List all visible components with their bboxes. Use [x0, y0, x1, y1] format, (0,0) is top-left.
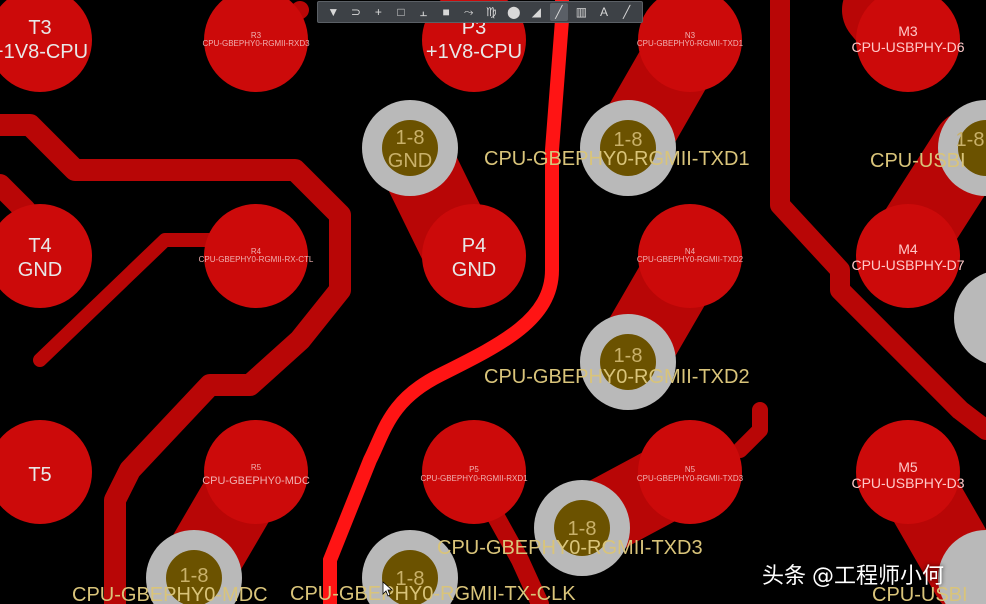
pad-net: CPU-GBEPHY0-RGMII-RXD3 [202, 39, 310, 48]
pad-name: M3 [898, 23, 918, 39]
trace-net-label: CPU-USBI [870, 150, 966, 172]
pcb-canvas[interactable]: T3 +1V8-CPU R3 CPU-GBEPHY0-RGMII-RXD3 P3… [0, 0, 986, 604]
watermark-author: @工程师小何 [812, 564, 945, 589]
pad-net: CPU-GBEPHY0-RGMII-TXD3 [637, 474, 744, 483]
pad-net: CPU-GBEPHY0-MDC [202, 475, 310, 487]
pad-name: T4 [28, 235, 51, 257]
diff-pair-icon[interactable]: ♍ [482, 3, 500, 21]
pad-net: CPU-USBPHY-D3 [851, 475, 964, 491]
via-span: 1-8 [396, 127, 425, 149]
pad-net: CPU-USBPHY-D6 [851, 39, 964, 55]
interactive-route-icon[interactable]: ⤳ [460, 3, 478, 21]
graph-icon[interactable]: ▥ [572, 3, 590, 21]
pad-net: CPU-GBEPHY0-RGMII-RXD1 [420, 474, 528, 483]
pad-name: P4 [462, 235, 486, 257]
pad-net: +1V8-CPU [0, 41, 88, 63]
pad-net: CPU-GBEPHY0-RGMII-TXD2 [637, 255, 744, 264]
component-icon[interactable]: ■ [437, 3, 455, 21]
pad-name: M5 [898, 459, 918, 475]
mouse-cursor-icon [382, 581, 394, 597]
active-bar-toolbar: ▼ ⊃ + □ ⫠ ■ ⤳ ♍ ⬤ ◢ ╱ ▥ A ╱ [317, 1, 643, 23]
via-net: GND [388, 150, 432, 172]
trace-net-label: CPU-GBEPHY0-RGMII-TX-CLK [290, 583, 576, 604]
watermark-platform: 头条 [762, 564, 807, 589]
filter-icon[interactable]: ▼ [324, 3, 342, 21]
pad-net: GND [18, 259, 62, 281]
trace-net-label: CPU-GBEPHY0-MDC [72, 584, 268, 604]
pad-name: P5 [469, 465, 479, 474]
trace-net-label: CPU-GBEPHY0-RGMII-TXD3 [437, 537, 703, 559]
align-icon[interactable]: ⫠ [415, 3, 433, 21]
dimension-icon[interactable]: ╱ [549, 3, 568, 21]
pad-name: M4 [898, 241, 918, 257]
pad-net: CPU-USBPHY-D7 [851, 257, 964, 273]
text-icon[interactable]: A [595, 3, 613, 21]
pin-icon[interactable]: ⬤ [505, 3, 523, 21]
crosshair-icon[interactable]: + [369, 3, 387, 21]
trace-net-label: CPU-GBEPHY0-RGMII-TXD1 [484, 148, 750, 170]
pad-name: T3 [28, 17, 51, 39]
pad-r5 [204, 420, 308, 524]
pad-net: CPU-GBEPHY0-RGMII-TXD1 [637, 39, 744, 48]
route-icon[interactable]: ⊃ [347, 3, 365, 21]
via-span: 1-8 [956, 129, 985, 151]
layer-stack-icon[interactable]: ◢ [527, 3, 545, 21]
pad-name: T5 [28, 464, 51, 486]
pad-name: N5 [685, 465, 696, 474]
pad-net: CPU-GBEPHY0-RGMII-RX-CTL [199, 255, 314, 264]
trace-net-label: CPU-GBEPHY0-RGMII-TXD2 [484, 366, 750, 388]
via-span: 1-8 [614, 345, 643, 367]
pad-net: GND [452, 259, 496, 281]
line-icon[interactable]: ╱ [618, 3, 636, 21]
rectangle-icon[interactable]: □ [392, 3, 410, 21]
pad-net: +1V8-CPU [426, 41, 522, 63]
pad-name: R5 [251, 463, 262, 472]
watermark: 头条 @工程师小何 [762, 556, 944, 592]
